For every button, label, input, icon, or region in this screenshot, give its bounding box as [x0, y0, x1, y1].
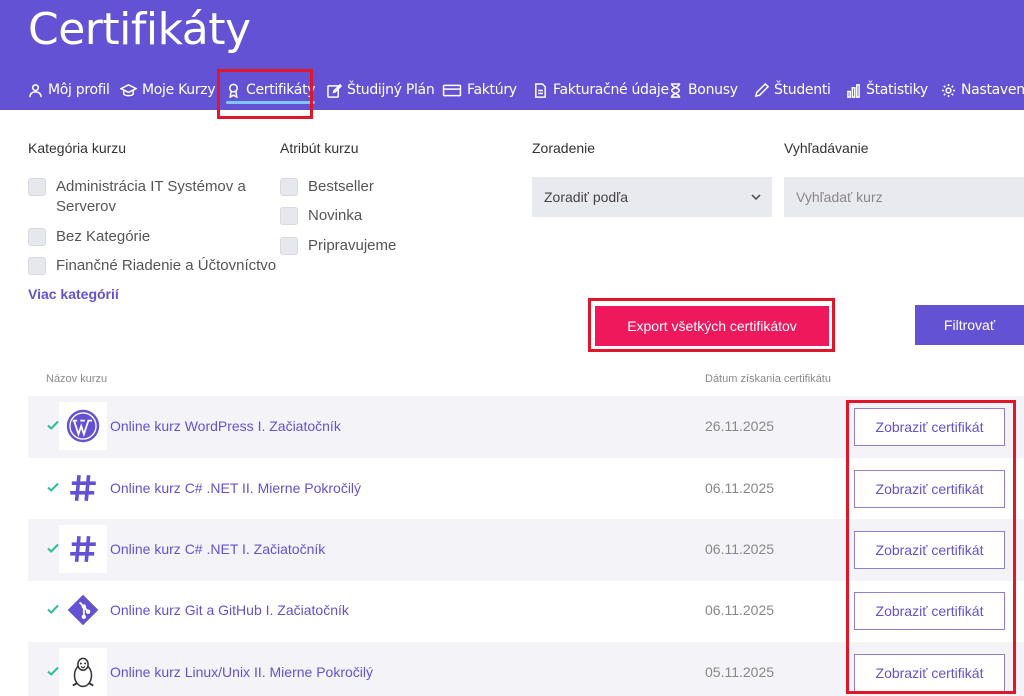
nav-item-settings[interactable]: Nastavenia	[941, 70, 1024, 110]
attribute-filter-label: Atribút kurzu	[280, 140, 359, 156]
pencil-icon	[754, 82, 769, 97]
nav-item-billing-info[interactable]: Fakturačné údaje	[533, 70, 669, 110]
nav-item-label: Bonusy	[688, 82, 738, 98]
course-name-link[interactable]: Online kurz WordPress I. Začiatočník	[110, 418, 341, 434]
checkbox-label: Bez Kategórie	[56, 228, 151, 245]
course-name-link[interactable]: Online kurz C# .NET II. Mierne Pokročilý	[110, 480, 361, 496]
course-logo	[59, 464, 107, 512]
column-header-name: Názov kurzu	[46, 373, 108, 385]
category-option[interactable]: Administrácia IT Systémov a Serverov	[28, 177, 268, 217]
graduation-cap-icon	[120, 83, 137, 96]
checkbox[interactable]	[28, 228, 46, 246]
git-icon	[67, 594, 99, 626]
chevron-down-icon	[751, 194, 761, 201]
category-option[interactable]: Finančné Riadenie a Účtovníctvo	[28, 256, 276, 276]
checkbox[interactable]	[28, 257, 46, 275]
nav-item-invoices[interactable]: Faktúry	[442, 70, 517, 110]
linux-icon	[72, 657, 94, 688]
checkbox[interactable]	[28, 178, 46, 196]
check-icon	[47, 482, 59, 492]
category-filter-label: Kategória kurzu	[28, 140, 127, 156]
checkbox[interactable]	[280, 178, 298, 196]
checkbox-label: Pripravujeme	[308, 237, 397, 254]
page-title: Certifikáty	[28, 4, 251, 55]
nav-item-statistics[interactable]: Štatistiky	[846, 70, 928, 110]
highlight-box	[846, 400, 1016, 694]
certificate-date: 06.11.2025	[705, 602, 775, 618]
nav-item-courses[interactable]: Moje Kurzy	[120, 70, 216, 110]
highlight-box	[217, 69, 313, 119]
nav-item-label: Študijný Plán	[347, 82, 435, 98]
hash-icon	[70, 475, 96, 501]
nav-item-label: Nastavenia	[961, 82, 1024, 98]
nav-item-label: Štatistiky	[866, 82, 928, 98]
check-icon	[47, 543, 59, 553]
course-logo	[59, 648, 107, 696]
sort-select[interactable]: Zoradiť podľa	[532, 177, 772, 217]
course-name-link[interactable]: Online kurz C# .NET I. Začiatočník	[110, 541, 325, 557]
course-name-link[interactable]: Online kurz Git a GitHub I. Začiatočník	[110, 602, 349, 618]
column-header-date: Dátum získania certifikátu	[705, 373, 831, 385]
check-icon	[47, 420, 59, 430]
attribute-option[interactable]: Novinka	[280, 206, 362, 226]
checkbox-label: Novinka	[308, 207, 363, 224]
certificate-date: 06.11.2025	[705, 480, 775, 496]
attribute-option[interactable]: Pripravujeme	[280, 236, 396, 256]
sort-select-value: Zoradiť podľa	[544, 189, 629, 205]
filter-button[interactable]: Filtrovať	[915, 305, 1024, 345]
hourglass-icon	[670, 82, 681, 98]
nav-item-bonuses[interactable]: Bonusy	[668, 70, 738, 110]
nav-item-label: Môj profil	[48, 82, 110, 98]
course-logo	[59, 402, 107, 450]
nav-item-students[interactable]: Študenti	[754, 70, 831, 110]
search-label: Vyhľadávanie	[784, 140, 869, 156]
header: Certifikáty Môj profil Moje Kurzy Certif…	[0, 0, 1024, 110]
certificate-date: 06.11.2025	[705, 541, 775, 557]
checkbox-label: Administrácia IT Systémov a Serverov	[56, 178, 246, 215]
checkbox-label: Finančné Riadenie a Účtovníctvo	[56, 257, 277, 274]
certificate-date: 05.11.2025	[705, 664, 775, 680]
gear-icon	[941, 83, 956, 97]
main-nav: Môj profil Moje Kurzy Certifikáty Študij…	[0, 70, 1024, 110]
nav-item-profile[interactable]: Môj profil	[28, 70, 110, 110]
certificate-date: 26.11.2025	[705, 418, 775, 434]
user-icon	[29, 83, 42, 97]
category-option[interactable]: Bez Kategórie	[28, 227, 150, 247]
nav-item-label: Študenti	[774, 82, 831, 98]
sort-label: Zoradenie	[532, 140, 596, 156]
checkbox[interactable]	[280, 207, 298, 225]
hash-icon	[70, 536, 96, 562]
check-icon	[47, 666, 59, 676]
checkbox-label: Bestseller	[308, 178, 374, 195]
nav-item-label: Fakturačné údaje	[553, 82, 669, 98]
course-logo	[59, 525, 107, 573]
checkbox[interactable]	[280, 237, 298, 255]
more-categories-link[interactable]: Viac kategórií	[28, 286, 119, 302]
search-input[interactable]	[784, 177, 1024, 217]
attribute-option[interactable]: Bestseller	[280, 177, 374, 197]
wordpress-icon	[66, 409, 100, 443]
course-name-link[interactable]: Online kurz Linux/Unix II. Mierne Pokroč…	[110, 664, 373, 680]
edit-icon	[327, 83, 342, 98]
nav-item-label: Faktúry	[467, 82, 517, 98]
nav-item-label: Moje Kurzy	[142, 82, 216, 98]
course-logo	[59, 586, 107, 634]
check-icon	[47, 604, 59, 614]
nav-item-study-plan[interactable]: Študijný Plán	[327, 70, 435, 110]
bar-chart-icon	[847, 83, 860, 98]
highlight-box	[588, 298, 835, 352]
document-icon	[535, 82, 546, 98]
credit-card-icon	[442, 84, 462, 96]
